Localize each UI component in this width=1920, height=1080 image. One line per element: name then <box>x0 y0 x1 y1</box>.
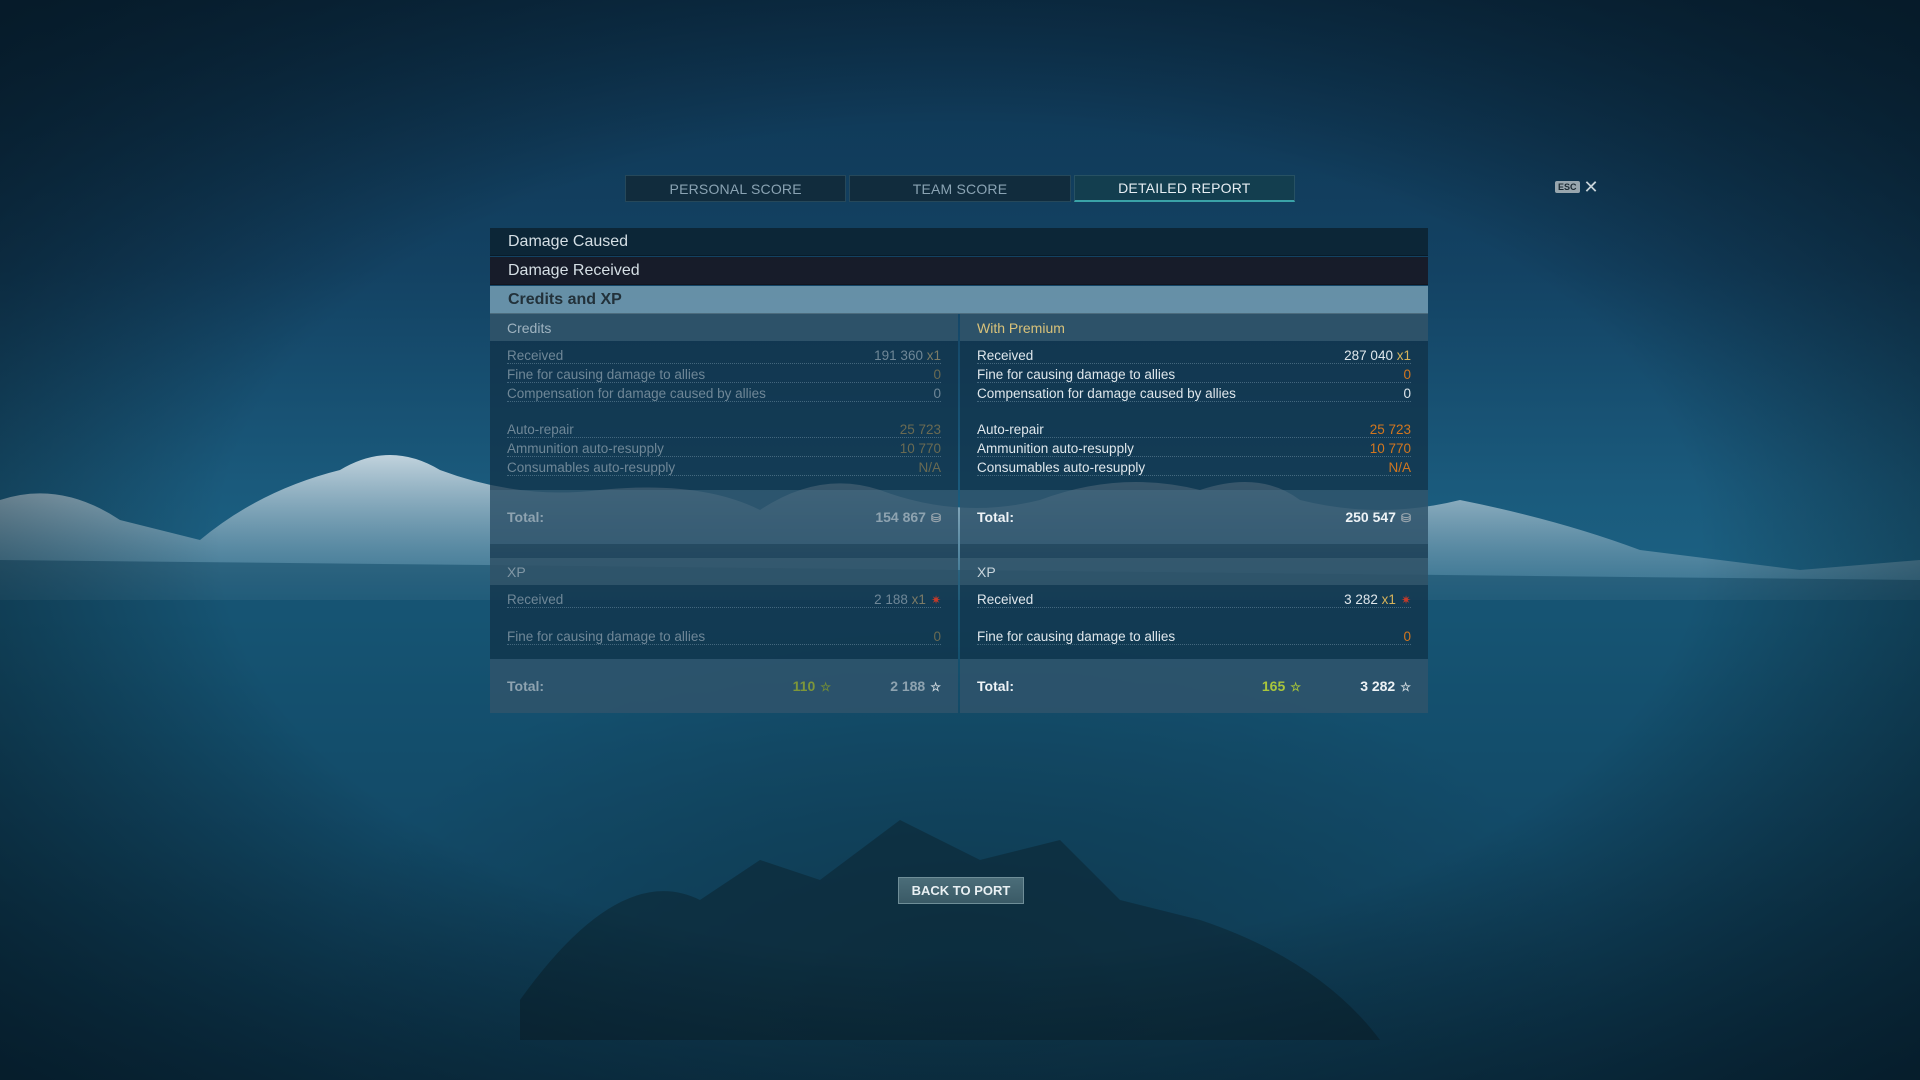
free-xp-value: 165 <box>1261 678 1286 694</box>
xp-value: 3 282 <box>1360 678 1396 694</box>
row-value: 0 <box>1403 629 1411 644</box>
total-label: Total: <box>977 678 1015 694</box>
row-label: Ammunition auto-resupply <box>977 441 1134 456</box>
row-value: 2 188 <box>874 592 908 607</box>
tab-bar: PERSONAL SCORE TEAM SCORE DETAILED REPOR… <box>625 175 1295 202</box>
xp-received-row: Received 2 188 x1 ✷ <box>507 587 941 608</box>
row-value: N/A <box>1388 460 1411 475</box>
row-value: 3 282 <box>1344 592 1378 607</box>
xp-total: Total: 165 ☆ 3 282 ☆ <box>960 659 1428 713</box>
fine-row: Fine for causing damage to allies 0 <box>507 364 941 383</box>
xp-header: XP <box>490 558 958 585</box>
tab-personal-score[interactable]: PERSONAL SCORE <box>625 175 847 202</box>
row-value: 0 <box>933 629 941 644</box>
received-row: Received 191 360 x1 <box>507 345 941 364</box>
premium-column: With Premium Received 287 040 x1 Fine fo… <box>960 314 1428 713</box>
with-premium-header: With Premium <box>960 314 1428 341</box>
row-label: Compensation for damage caused by allies <box>507 386 766 401</box>
row-label: Fine for causing damage to allies <box>977 367 1176 382</box>
row-label: Received <box>507 592 564 607</box>
row-value: 0 <box>933 367 941 382</box>
credits-total: Total: 154 867 ⛁ <box>490 490 958 544</box>
total-value: 154 867 <box>875 509 926 525</box>
total-label: Total: <box>507 678 545 694</box>
row-label: Fine for causing damage to allies <box>507 629 706 644</box>
row-label: Fine for causing damage to allies <box>977 629 1176 644</box>
xp-fine-row: Fine for causing damage to allies 0 <box>507 624 941 645</box>
multiplier: x1 <box>911 592 926 607</box>
credits-xp-columns: Credits Received 191 360 x1 Fine for cau… <box>490 314 1428 713</box>
row-value: 10 770 <box>1369 441 1411 456</box>
free-xp-value: 110 <box>792 678 816 694</box>
credit-coin-icon: ⛁ <box>1400 511 1411 525</box>
row-label: Ammunition auto-resupply <box>507 441 664 456</box>
row-value: 0 <box>1403 367 1411 382</box>
row-label: Received <box>977 592 1034 607</box>
naval-flag-icon: ✷ <box>930 593 941 607</box>
total-value: 250 547 <box>1345 509 1396 525</box>
detailed-report-panel: Damage Caused Damage Received Credits an… <box>490 228 1428 713</box>
row-value: 25 723 <box>899 422 941 437</box>
close-button[interactable]: ESC ✕ <box>1555 177 1599 197</box>
row-label: Received <box>977 348 1034 363</box>
credit-coin-icon: ⛁ <box>930 511 941 525</box>
row-value: 25 723 <box>1369 422 1411 437</box>
total-label: Total: <box>977 509 1015 525</box>
tab-detailed-report[interactable]: DETAILED REPORT <box>1073 175 1295 202</box>
naval-flag-icon: ✷ <box>1400 593 1411 607</box>
row-label: Consumables auto-resupply <box>507 460 676 475</box>
multiplier: x1 <box>926 348 941 363</box>
section-damage-received[interactable]: Damage Received <box>490 257 1428 285</box>
xp-star-icon: ☆ <box>930 680 941 694</box>
xp-star-icon: ☆ <box>1400 680 1411 694</box>
row-label: Compensation for damage caused by allies <box>977 386 1236 401</box>
standard-column: Credits Received 191 360 x1 Fine for cau… <box>490 314 958 713</box>
row-value: N/A <box>918 460 941 475</box>
compensation-row: Compensation for damage caused by allies… <box>507 383 941 402</box>
row-label: Consumables auto-resupply <box>977 460 1146 475</box>
xp-total: Total: 110 ☆ 2 188 ☆ <box>490 659 958 713</box>
xp-fine-row: Fine for causing damage to allies 0 <box>977 624 1411 645</box>
free-xp-star-icon: ☆ <box>1290 680 1301 694</box>
consumables-resupply-row: Consumables auto-resupply N/A <box>977 457 1411 476</box>
consumables-resupply-row: Consumables auto-resupply N/A <box>507 457 941 476</box>
xp-header: XP <box>960 558 1428 585</box>
row-value: 0 <box>1403 386 1411 401</box>
row-value: 10 770 <box>899 441 941 456</box>
row-value: 191 360 <box>874 348 923 363</box>
esc-key-hint: ESC <box>1555 181 1580 193</box>
row-label: Auto-repair <box>507 422 574 437</box>
ammo-resupply-row: Ammunition auto-resupply 10 770 <box>507 438 941 457</box>
multiplier: x1 <box>1396 348 1411 363</box>
back-to-port-button[interactable]: BACK TO PORT <box>898 877 1024 904</box>
compensation-row: Compensation for damage caused by allies… <box>977 383 1411 402</box>
xp-value: 2 188 <box>890 678 926 694</box>
auto-repair-row: Auto-repair 25 723 <box>507 419 941 438</box>
credits-header: Credits <box>490 314 958 341</box>
total-label: Total: <box>507 509 545 525</box>
close-icon: ✕ <box>1583 177 1599 197</box>
free-xp-star-icon: ☆ <box>820 680 831 694</box>
row-label: Auto-repair <box>977 422 1044 437</box>
xp-received-row: Received 3 282 x1 ✷ <box>977 587 1411 608</box>
received-row: Received 287 040 x1 <box>977 345 1411 364</box>
auto-repair-row: Auto-repair 25 723 <box>977 419 1411 438</box>
section-damage-caused[interactable]: Damage Caused <box>490 228 1428 256</box>
fine-row: Fine for causing damage to allies 0 <box>977 364 1411 383</box>
section-credits-xp[interactable]: Credits and XP <box>490 286 1428 314</box>
row-value: 0 <box>933 386 941 401</box>
ammo-resupply-row: Ammunition auto-resupply 10 770 <box>977 438 1411 457</box>
tab-team-score[interactable]: TEAM SCORE <box>849 175 1071 202</box>
row-label: Fine for causing damage to allies <box>507 367 706 382</box>
row-label: Received <box>507 348 564 363</box>
row-value: 287 040 <box>1344 348 1393 363</box>
credits-total: Total: 250 547 ⛁ <box>960 490 1428 544</box>
multiplier: x1 <box>1381 592 1396 607</box>
